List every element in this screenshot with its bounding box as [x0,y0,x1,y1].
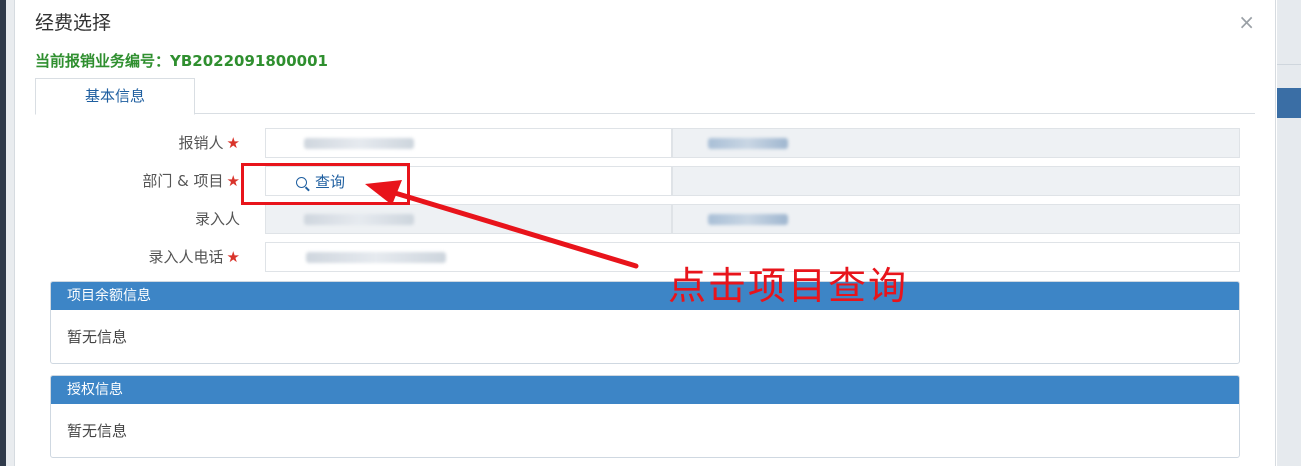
background-page-right [1277,0,1301,466]
reimburser-name-field[interactable] [265,128,672,158]
required-mark: ★ [226,172,240,190]
redacted-text [306,252,446,263]
tab-bar: 基本信息 [35,76,1255,115]
project-name-field [672,166,1240,196]
authorization-panel: 授权信息 暂无信息 [50,375,1240,458]
query-button-label: 查询 [315,173,346,191]
project-balance-panel: 项目余额信息 暂无信息 [50,281,1240,364]
annotation-text: 点击项目查询 [668,264,909,308]
query-button[interactable]: 查询 [296,172,345,192]
dialog-title: 经费选择 [35,12,112,34]
entered-phone-row: 录入人电话 ★ [35,242,1240,272]
dept-project-row: 部门 & 项目 ★ 查询 [35,166,1240,196]
reimburser-dept-field [672,128,1240,158]
background-divider [1277,64,1301,65]
background-table-header-edge [1277,88,1301,118]
reimburser-row: 报销人 ★ [35,128,1240,158]
tab-basic-info[interactable]: 基本信息 [35,78,195,115]
entered-by-name-field [265,204,672,234]
dept-project-label: 部门 & 项目 ★ [142,172,240,190]
redacted-text [708,214,788,225]
project-balance-panel-title: 项目余额信息 [51,282,1239,310]
close-icon[interactable]: × [1238,10,1255,34]
required-mark: ★ [226,248,240,266]
required-mark: ★ [226,134,240,152]
redacted-text [708,138,788,149]
authorization-empty-text: 暂无信息 [67,422,128,440]
project-balance-empty-text: 暂无信息 [67,328,128,346]
entered-by-label: 录入人 [194,210,240,228]
reimburser-label: 报销人 ★ [178,134,240,152]
background-sidebar-edge [0,0,6,466]
authorization-panel-title: 授权信息 [51,376,1239,404]
redacted-text [304,214,414,225]
search-icon [296,177,307,188]
dept-project-field: 查询 [265,166,672,196]
entered-by-row: 录入人 [35,204,1240,234]
fund-selection-dialog: 经费选择 × 当前报销业务编号：YB2022091800001 基本信息 报销人… [14,0,1276,466]
entered-phone-label: 录入人电话 ★ [148,248,240,266]
redacted-text [304,138,414,149]
entered-by-dept-field [672,204,1240,234]
business-number: 当前报销业务编号：YB2022091800001 [35,52,328,70]
